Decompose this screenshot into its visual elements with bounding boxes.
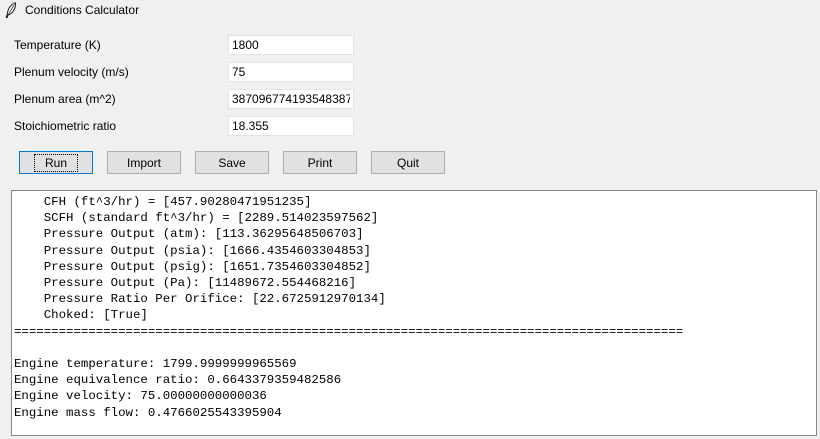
plenum-area-row: Plenum area (m^2) [0, 89, 820, 111]
output-text: CFH (ft^3/hr) = [457.90280471951235] SCF… [12, 191, 816, 421]
stoich-ratio-row: Stoichiometric ratio [0, 116, 820, 138]
plenum-velocity-input[interactable] [228, 62, 354, 82]
window-title: Conditions Calculator [25, 3, 140, 17]
output-line: Pressure Output (psig): [1651.7354603304… [14, 259, 371, 274]
stoich-ratio-label: Stoichiometric ratio [14, 119, 117, 133]
output-line: Engine mass flow: 0.4766025543395904 [14, 405, 282, 420]
plenum-velocity-row: Plenum velocity (m/s) [0, 62, 820, 84]
plenum-area-label: Plenum area (m^2) [14, 92, 116, 106]
title-bar: Conditions Calculator [0, 0, 820, 20]
temperature-input[interactable] [228, 35, 354, 55]
output-line: Engine velocity: 75.00000000000036 [14, 389, 267, 404]
plenum-area-input[interactable] [228, 89, 354, 109]
temperature-row: Temperature (K) [0, 35, 820, 57]
import-button[interactable]: Import [107, 151, 181, 174]
plenum-velocity-label: Plenum velocity (m/s) [14, 65, 129, 79]
output-line: Choked: [True] [14, 308, 148, 323]
output-line: Pressure Output (atm): [113.362956485067… [14, 227, 364, 242]
output-line: Pressure Output (Pa): [11489672.55446821… [14, 276, 357, 291]
print-button[interactable]: Print [283, 151, 357, 174]
output-line: CFH (ft^3/hr) = [457.90280471951235] [14, 195, 312, 209]
output-text-area[interactable]: CFH (ft^3/hr) = [457.90280471951235] SCF… [11, 190, 817, 436]
output-line: Pressure Ratio Per Orifice: [22.67259129… [14, 292, 386, 307]
output-line: Engine equivalence ratio: 0.664337935948… [14, 373, 342, 388]
output-line: Engine temperature: 1799.9999999965569 [14, 357, 297, 372]
run-button-label: Run [33, 153, 78, 172]
output-separator: ========================================… [14, 324, 684, 339]
run-button[interactable]: Run [19, 151, 93, 174]
save-button[interactable]: Save [195, 151, 269, 174]
quit-button[interactable]: Quit [371, 151, 445, 174]
stoich-ratio-input[interactable] [228, 116, 354, 136]
output-line: Pressure Output (psia): [1666.4354603304… [14, 243, 371, 258]
output-line: SCFH (standard ft^3/hr) = [2289.51402359… [14, 211, 379, 226]
feather-icon [5, 2, 19, 18]
temperature-label: Temperature (K) [14, 38, 101, 52]
